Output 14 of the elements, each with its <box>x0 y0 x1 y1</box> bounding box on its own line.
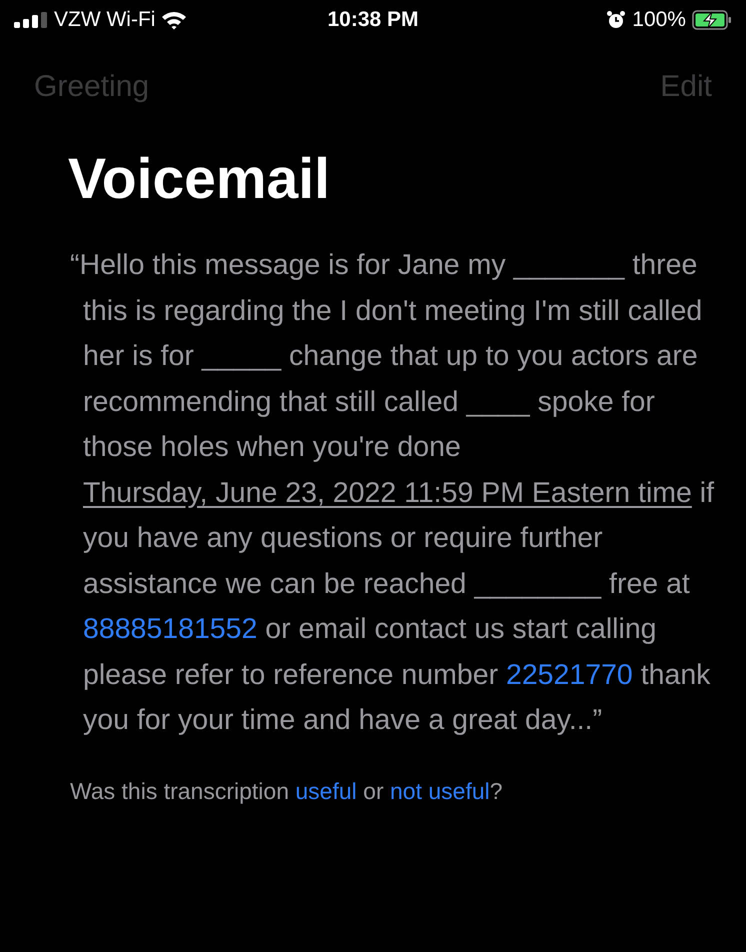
feedback-link[interactable]: useful <box>295 778 357 804</box>
phone-link[interactable]: 22521770 <box>506 658 633 690</box>
feedback-link[interactable]: not useful <box>390 778 490 804</box>
clock-time: 10:38 PM <box>327 7 419 34</box>
battery-percent: 100% <box>632 7 686 34</box>
page-title: Voicemail <box>67 146 331 213</box>
transcript-text: “Hello this message is for Jane my _______ three this is regarding the I don't meeting I'm still called her is for _____ change that up to you actors are recommending that still called ____ spoke for those holes when you're done Thursday, June 23, 2022 11:59 PM Eastern time if you have any questions or require further assistance we can be reached ________ free at 88885181552 or email contact us start calling please refer to reference number 22521770 thank you for your time and have a great day...” <box>69 248 716 738</box>
wifi-icon <box>161 10 188 30</box>
feedback-prompt: Was this transcription useful or not useful? <box>69 776 504 806</box>
alarm-icon <box>606 10 626 30</box>
carrier-label: VZW Wi-Fi <box>54 7 156 34</box>
signal-icon <box>14 12 48 28</box>
phone-link[interactable]: 88885181552 <box>83 613 258 645</box>
date-link[interactable]: Thursday, June 23, 2022 11:59 PM Eastern time <box>83 476 692 508</box>
